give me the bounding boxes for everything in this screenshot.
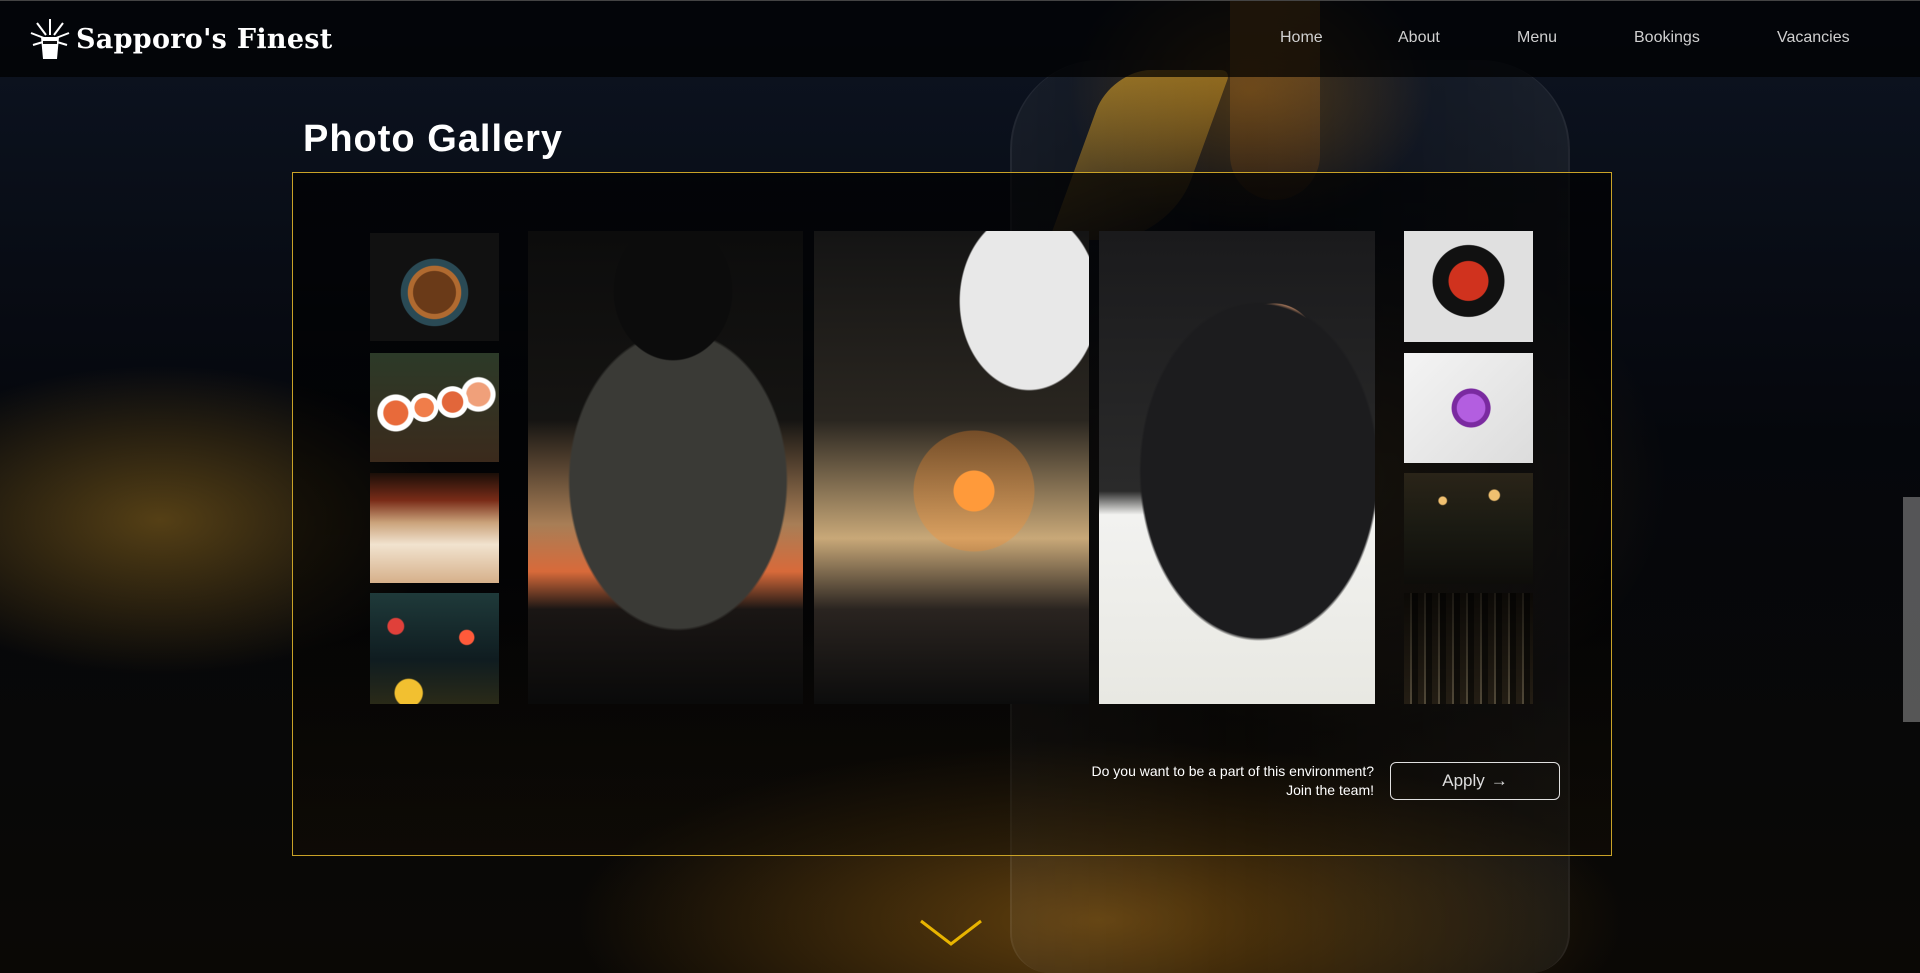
gallery-thumb-counter[interactable] (370, 473, 499, 583)
gallery-thumb-prawn-bowl[interactable] (1404, 231, 1533, 342)
gallery-thumb-sushi[interactable] (370, 353, 499, 462)
gallery-thumb-dining-room[interactable] (1404, 473, 1533, 584)
apply-button[interactable]: Apply → (1390, 762, 1560, 800)
gallery-thumb-purple-dessert[interactable] (1404, 353, 1533, 463)
nav-about[interactable]: About (1398, 29, 1440, 47)
apply-button-label: Apply (1442, 771, 1485, 790)
gallery-photo-chef-plating[interactable] (528, 231, 803, 704)
gallery-thumb-alley[interactable] (370, 593, 499, 704)
nav-bookings[interactable]: Bookings (1634, 29, 1700, 47)
arrow-right-icon: → (1490, 771, 1508, 790)
nav-vacancies[interactable]: Vacancies (1777, 29, 1850, 47)
page-scrollbar[interactable] (1903, 497, 1920, 722)
nav-menu[interactable]: Menu (1517, 29, 1557, 47)
gallery-photo-chef-rolling[interactable] (1099, 231, 1375, 704)
gallery-thumb-ramen[interactable] (370, 233, 499, 341)
recruit-message: Do you want to be a part of this environ… (1030, 762, 1375, 800)
page-title: Photo Gallery (303, 118, 564, 160)
nav-home[interactable]: Home (1280, 29, 1323, 47)
top-navigation-bar: Sapporo's Finest Home About Menu Booking… (0, 0, 1920, 77)
chevron-down-icon[interactable] (918, 918, 984, 948)
gallery-thumb-bar-shelves[interactable] (1404, 593, 1533, 704)
recruit-line-2: Join the team! (1286, 782, 1374, 798)
recruit-line-1: Do you want to be a part of this environ… (1091, 763, 1375, 779)
gallery-photo-torching-sushi[interactable] (814, 231, 1089, 704)
main-nav: Home About Menu Bookings Vacancies (0, 29, 1920, 53)
